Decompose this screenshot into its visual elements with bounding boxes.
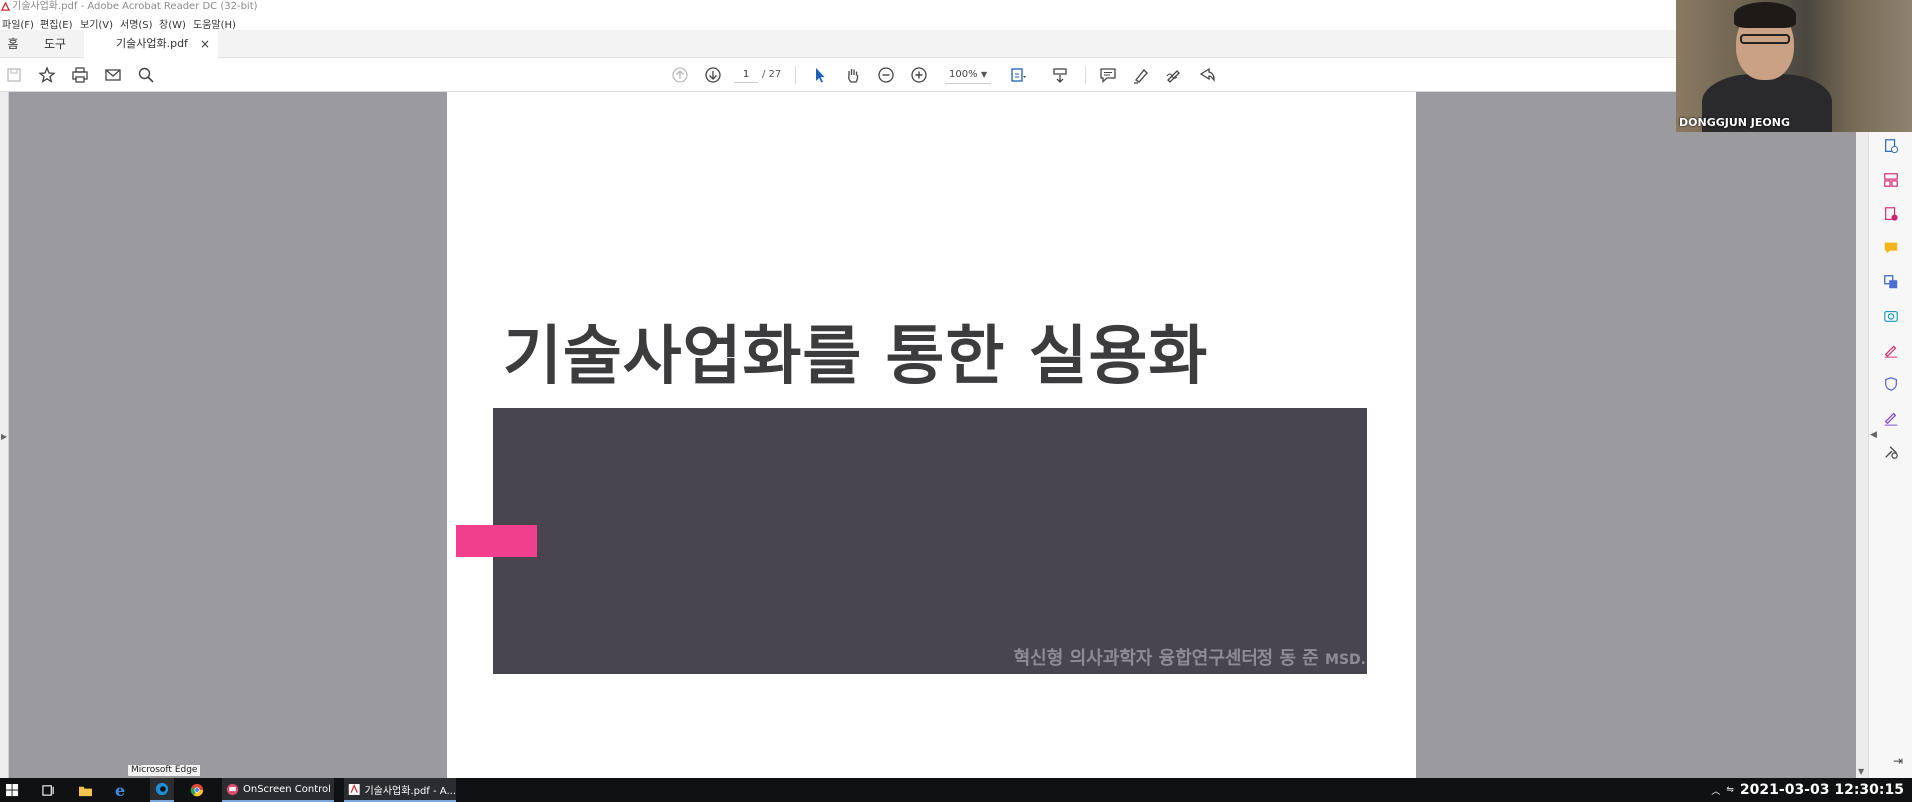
scroll-down-icon[interactable]: ▼ [1858, 767, 1864, 776]
comment-icon[interactable] [1098, 65, 1118, 85]
acrobat-icon [348, 783, 360, 795]
menu-file[interactable]: 파일(F) [2, 16, 34, 31]
star-icon[interactable] [37, 65, 57, 85]
edge-icon [155, 782, 169, 796]
page-down-icon[interactable] [703, 65, 723, 85]
slide-title: 기술사업화를 통한 실용화 [503, 320, 1209, 394]
menu-view[interactable]: 보기(V) [80, 16, 113, 31]
comment-tool-icon[interactable] [1881, 238, 1901, 258]
scan-icon[interactable] [1881, 306, 1901, 326]
highlight-icon[interactable] [1131, 65, 1151, 85]
email-icon[interactable] [103, 65, 123, 85]
internet-explorer-button[interactable]: e [115, 778, 125, 802]
tab-close-button[interactable]: × [200, 30, 210, 58]
task-view-icon [42, 784, 54, 796]
ie-icon: e [115, 780, 126, 800]
fill-sign-icon[interactable] [1881, 340, 1901, 360]
menu-edit[interactable]: 편집(E) [40, 16, 73, 31]
acrobat-app-icon [1, 2, 10, 11]
edge-button[interactable] [150, 778, 174, 802]
tab-document-label: 기술사업화.pdf [116, 37, 188, 50]
menu-bar: 파일(F) 편집(E) 보기(V) 서명(S) 창(W) 도움말(H) [0, 13, 1680, 31]
vertical-scrollbar[interactable]: ▼ [1856, 92, 1868, 778]
onscreen-control-icon [226, 783, 239, 795]
network-icon[interactable]: ⇋ [1726, 785, 1734, 795]
chrome-icon [190, 783, 204, 797]
tray-chevron-icon[interactable]: ︿ [1711, 784, 1720, 797]
taskbar-tooltip: Microsoft Edge [127, 764, 202, 777]
slide-author: 정 동 준 MSD. [1257, 644, 1366, 670]
menu-sign[interactable]: 서명(S) [120, 16, 153, 31]
menu-window[interactable]: 창(W) [159, 16, 186, 31]
taskbar-app-onscreen-control[interactable]: OnScreen Control [222, 778, 334, 802]
task-view-button[interactable] [42, 778, 55, 802]
share-icon[interactable] [1197, 65, 1217, 85]
chrome-button[interactable] [190, 778, 204, 802]
menu-help[interactable]: 도움말(H) [193, 16, 236, 31]
taskbar-app-label: 기술사업화.pdf - A... [364, 785, 456, 797]
organize-pages-icon[interactable] [1881, 170, 1901, 190]
scroll-mode-icon[interactable] [1050, 65, 1070, 85]
sign-tool-icon[interactable] [1881, 408, 1901, 428]
print-icon[interactable] [70, 65, 90, 85]
pdf-page: 기술사업화를 통한 실용화 혁신형 의사과학자 융합연구센터 정 동 준 MSD… [447, 92, 1416, 778]
toolbar-separator [1085, 66, 1086, 84]
translate-icon[interactable] [1881, 272, 1901, 292]
window-title: 기술사업화.pdf - Adobe Acrobat Reader DC (32-… [12, 1, 258, 12]
hand-tool-icon[interactable] [843, 65, 863, 85]
tab-document[interactable]: 기술사업화.pdf [84, 30, 218, 58]
tab-home[interactable]: 홈 [0, 30, 26, 58]
left-panel-strip[interactable]: ▶ [0, 92, 9, 778]
export-pdf-icon[interactable] [1881, 136, 1901, 156]
clock[interactable]: 2021-03-03 12:30:15 [1740, 782, 1904, 798]
collapse-right-panel-icon[interactable]: ◀ [1870, 430, 1877, 440]
page-fit-icon[interactable] [1008, 65, 1028, 85]
start-button[interactable] [6, 778, 19, 802]
page-total: / 27 [762, 69, 782, 80]
expand-panel-icon[interactable]: ⇥ [1893, 754, 1903, 768]
slide-accent-bar [456, 525, 537, 557]
webcam-person-hair [1734, 2, 1796, 28]
folder-icon [79, 786, 92, 796]
slide-author-suffix: MSD. [1325, 652, 1366, 668]
title-bar: 기술사업화.pdf - Adobe Acrobat Reader DC (32-… [0, 0, 1680, 13]
toolbar-separator [795, 66, 796, 84]
webcam-participant-name: DONGGJUN JEONG [1679, 116, 1790, 129]
page-number-input[interactable] [734, 67, 758, 83]
sign-icon[interactable] [1164, 65, 1184, 85]
page-up-icon[interactable] [670, 65, 690, 85]
select-tool-icon[interactable] [810, 65, 830, 85]
tab-tools[interactable]: 도구 [26, 30, 84, 58]
chevron-down-icon[interactable]: ▼ [981, 70, 987, 79]
taskbar: e OnScreen Control 기술사업화.pdf - A... ︿ ⇋ … [0, 778, 1912, 802]
file-explorer-button[interactable] [78, 778, 93, 802]
slide-organization: 혁신형 의사과학자 융합연구센터 [1013, 648, 1258, 669]
more-tools-icon[interactable] [1881, 442, 1901, 462]
tab-bar: 홈 도구 기술사업화.pdf × [0, 30, 1680, 58]
expand-left-panel-icon[interactable]: ▶ [1, 432, 7, 441]
search-icon[interactable] [136, 65, 156, 85]
zoom-in-icon[interactable] [909, 65, 929, 85]
protect-icon[interactable] [1881, 374, 1901, 394]
create-pdf-icon[interactable] [1881, 204, 1901, 224]
taskbar-app-label: OnScreen Control [243, 783, 331, 795]
zoom-out-icon[interactable] [876, 65, 896, 85]
save-icon[interactable] [4, 65, 24, 85]
slide-dark-box [493, 408, 1367, 674]
slide-author-name: 정 동 준 [1256, 648, 1319, 669]
webcam-overlay: DONGGJUN JEONG [1676, 0, 1912, 132]
system-tray: ︿ ⇋ 2021-03-03 12:30:15 [1711, 778, 1904, 802]
webcam-person-glasses [1740, 34, 1790, 44]
windows-icon [6, 783, 19, 796]
taskbar-app-acrobat[interactable]: 기술사업화.pdf - A... [344, 778, 456, 802]
toolbar: / 27 100% ▼ [0, 58, 1680, 92]
